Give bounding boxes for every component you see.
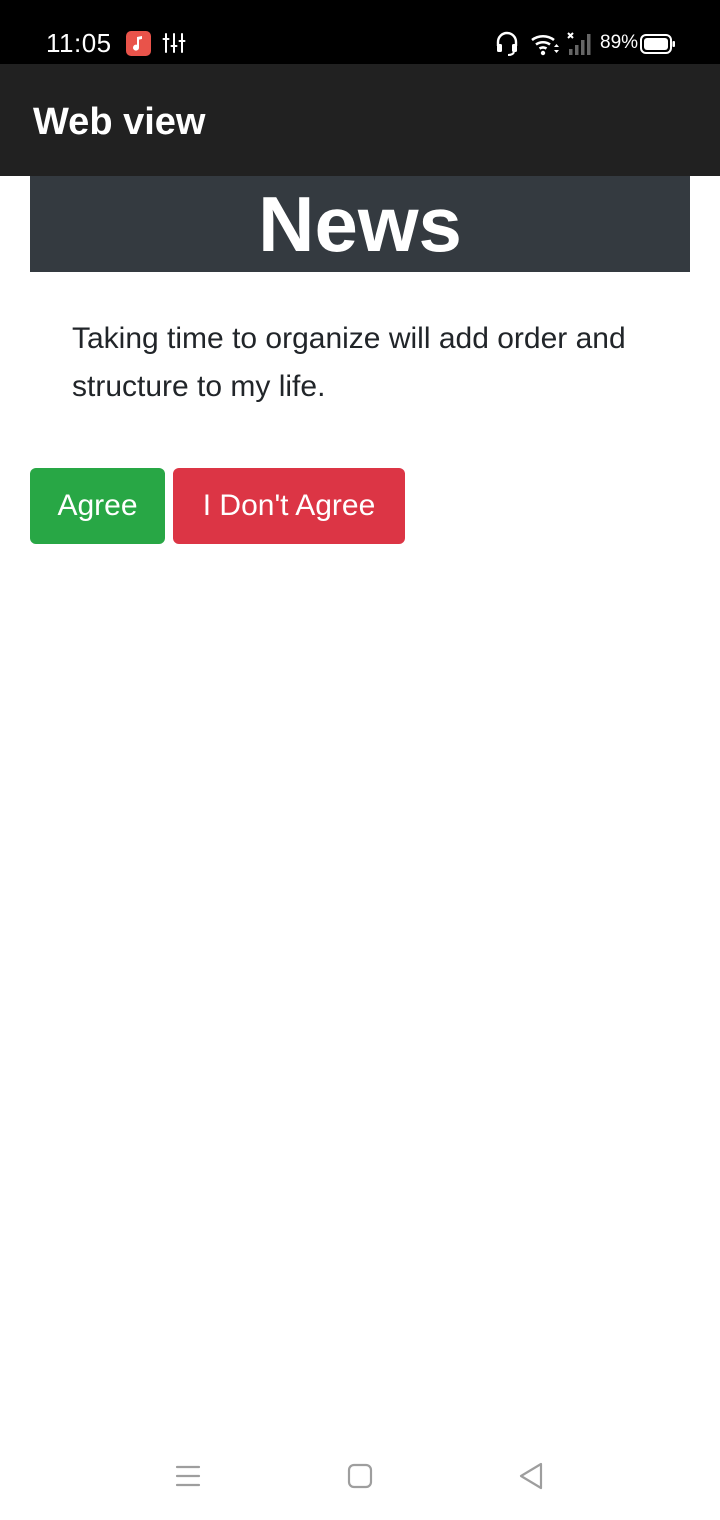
battery-icon: [640, 34, 675, 54]
navigation-bar: [0, 1440, 720, 1520]
status-time: 11:05: [46, 28, 112, 58]
quote-text: Taking time to organize will add order a…: [72, 322, 626, 403]
news-header: News: [30, 176, 690, 272]
status-bar: 11:05 89%: [0, 0, 720, 64]
menu-icon[interactable]: [174, 1462, 202, 1490]
home-icon[interactable]: [346, 1462, 374, 1490]
music-app-icon: [126, 31, 151, 56]
wifi-icon: [531, 35, 559, 56]
battery-percentage: 89%: [600, 32, 639, 53]
news-title: News: [258, 180, 462, 268]
equalizer-icon: [162, 33, 186, 53]
app-title: Web view: [33, 101, 206, 143]
disagree-button[interactable]: I Don't Agree: [173, 468, 405, 544]
back-icon[interactable]: [516, 1461, 546, 1491]
agree-button[interactable]: Agree: [30, 468, 165, 544]
headset-icon: [496, 31, 518, 56]
signal-icon: [567, 32, 591, 55]
